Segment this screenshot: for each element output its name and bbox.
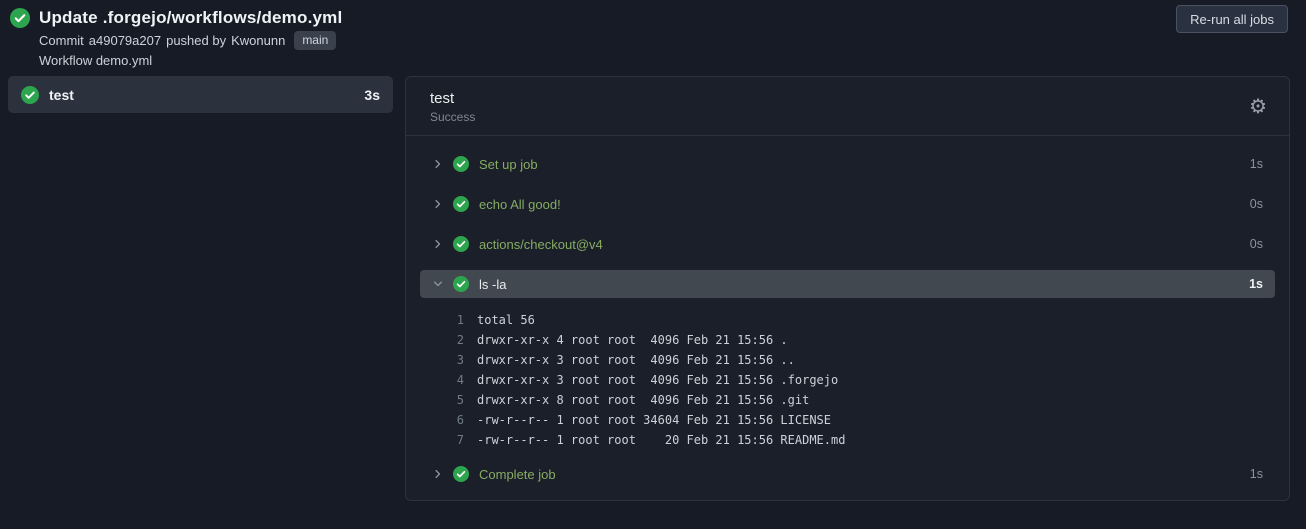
gear-icon[interactable]: ⚙: [1249, 96, 1267, 116]
log-line-number: 1: [456, 313, 464, 327]
log-line: 7 -rw-r--r-- 1 root root 20 Feb 21 15:56…: [420, 430, 1275, 450]
log-line: 6 -rw-r--r-- 1 root root 34604 Feb 21 15…: [420, 410, 1275, 430]
sidebar-item-job-test[interactable]: test 3s: [8, 76, 393, 113]
log-line-number: 3: [456, 353, 464, 367]
job-status-text: Success: [430, 110, 476, 124]
log-output: 1 total 56 2 drwxr-xr-x 4 root root 4096…: [420, 310, 1275, 450]
step-row[interactable]: Set up job 1s: [420, 150, 1275, 178]
log-line-number: 6: [456, 413, 464, 427]
run-title: Update .forgejo/workflows/demo.yml: [39, 8, 343, 27]
step-duration: 1s: [1249, 277, 1263, 291]
workflow-line: Workflow demo.yml: [39, 53, 153, 68]
chevron-right-icon[interactable]: [432, 468, 444, 480]
log-line-text: drwxr-xr-x 3 root root 4096 Feb 21 15:56…: [477, 353, 795, 367]
log-line: 3 drwxr-xr-x 3 root root 4096 Feb 21 15:…: [420, 350, 1275, 370]
log-line-text: drwxr-xr-x 3 root root 4096 Feb 21 15:56…: [477, 373, 839, 387]
chevron-down-icon[interactable]: [432, 278, 444, 290]
success-check-icon: [453, 236, 469, 252]
success-check-icon: [10, 8, 30, 28]
log-line-text: -rw-r--r-- 1 root root 20 Feb 21 15:56 R…: [477, 433, 846, 447]
step-duration: 1s: [1249, 467, 1263, 481]
success-check-icon: [21, 85, 39, 104]
log-line-number: 4: [456, 373, 464, 387]
step-name: actions/checkout@v4: [479, 236, 603, 252]
step-name: Complete job: [479, 466, 556, 482]
rerun-all-jobs-button[interactable]: Re-run all jobs: [1176, 5, 1288, 33]
log-line-text: -rw-r--r-- 1 root root 34604 Feb 21 15:5…: [477, 413, 832, 427]
step-name: Set up job: [479, 156, 538, 172]
step-row[interactable]: echo All good! 0s: [420, 190, 1275, 218]
step-row[interactable]: ls -la 1s: [420, 270, 1275, 298]
job-name: test: [49, 86, 74, 103]
log-line: 4 drwxr-xr-x 3 root root 4096 Feb 21 15:…: [420, 370, 1275, 390]
step-duration: 0s: [1249, 197, 1263, 211]
steps-list: Set up job 1s echo All good! 0s actions/…: [406, 136, 1289, 500]
log-line: 1 total 56: [420, 310, 1275, 330]
log-line-text: total 56: [477, 313, 535, 327]
job-detail-header: test Success ⚙: [406, 77, 1289, 136]
commit-author-link[interactable]: Kwonunn: [231, 33, 285, 48]
job-duration: 3s: [364, 86, 380, 103]
jobs-sidebar: test 3s: [8, 76, 393, 113]
step-duration: 1s: [1249, 157, 1263, 171]
log-line-number: 5: [456, 393, 464, 407]
success-check-icon: [453, 196, 469, 212]
job-detail-panel: test Success ⚙ Set up job 1s echo All go…: [405, 76, 1290, 501]
step-name: echo All good!: [479, 196, 561, 212]
log-line-number: 2: [456, 333, 464, 347]
step-row[interactable]: Complete job 1s: [420, 460, 1275, 488]
chevron-right-icon[interactable]: [432, 238, 444, 250]
chevron-right-icon[interactable]: [432, 158, 444, 170]
log-line-text: drwxr-xr-x 4 root root 4096 Feb 21 15:56…: [477, 333, 788, 347]
commit-line: Commit a49079a207 pushed by Kwonunn main: [39, 31, 1288, 50]
log-line-text: drwxr-xr-x 8 root root 4096 Feb 21 15:56…: [477, 393, 810, 407]
success-check-icon: [453, 466, 469, 482]
commit-middle-text: pushed by: [166, 33, 227, 48]
log-line-number: 7: [456, 433, 464, 447]
step-row[interactable]: actions/checkout@v4 0s: [420, 230, 1275, 258]
branch-badge[interactable]: main: [294, 31, 337, 50]
run-header: Update .forgejo/workflows/demo.yml Commi…: [0, 0, 1306, 74]
commit-sha-link[interactable]: a49079a207: [89, 33, 161, 48]
job-title: test: [430, 90, 455, 107]
log-line: 2 drwxr-xr-x 4 root root 4096 Feb 21 15:…: [420, 330, 1275, 350]
log-line: 5 drwxr-xr-x 8 root root 4096 Feb 21 15:…: [420, 390, 1275, 410]
success-check-icon: [453, 276, 469, 292]
step-name: ls -la: [479, 276, 507, 292]
step-duration: 0s: [1249, 237, 1263, 251]
success-check-icon: [453, 156, 469, 172]
commit-prefix: Commit: [39, 33, 84, 48]
chevron-right-icon[interactable]: [432, 198, 444, 210]
